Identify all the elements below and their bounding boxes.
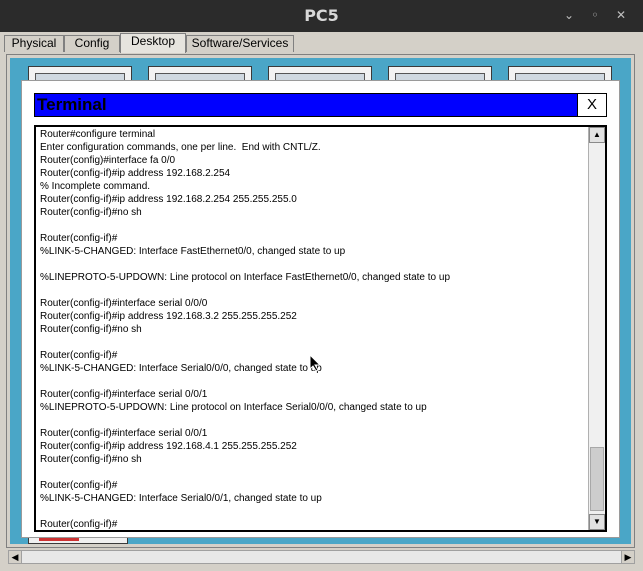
terminal-line: Router(config-if)# (40, 233, 118, 244)
terminal-line: Enter configuration commands, one per li… (40, 142, 321, 153)
desktop-horizontal-scrollbar[interactable]: ◀ ▶ (8, 550, 635, 564)
tab-software-services[interactable]: Software/Services (186, 35, 294, 52)
terminal-line: Router(config-if)# (40, 519, 118, 530)
terminal-close-button[interactable]: X (577, 93, 607, 117)
scroll-thumb[interactable] (590, 447, 604, 511)
tab-desktop[interactable]: Desktop (120, 33, 186, 53)
terminal-window: Terminal X Router#configure terminal Ente… (21, 80, 620, 538)
terminal-header: Terminal X (34, 93, 607, 117)
terminal-line: % Incomplete command. (40, 181, 151, 192)
terminal-console[interactable]: Router#configure terminal Enter configura… (34, 125, 607, 532)
terminal-line: %LINK-5-CHANGED: Interface FastEthernet0… (40, 246, 346, 257)
scroll-right-button[interactable]: ▶ (621, 551, 634, 563)
tab-config[interactable]: Config (64, 35, 120, 52)
terminal-title: Terminal (37, 95, 107, 114)
scroll-left-button[interactable]: ◀ (9, 551, 22, 563)
scroll-down-button[interactable]: ▼ (589, 514, 605, 530)
window-titlebar: PC5 ⌄ ◦ ✕ (0, 0, 643, 32)
terminal-line: Router(config-if)# (40, 480, 118, 491)
restore-button[interactable]: ◦ (588, 8, 602, 22)
window-title: PC5 (304, 6, 339, 25)
terminal-vertical-scrollbar[interactable]: ▲ ▼ (588, 127, 605, 530)
terminal-line: %LINEPROTO-5-UPDOWN: Line protocol on In… (40, 272, 451, 283)
terminal-line: Router(config)#interface fa 0/0 (40, 155, 176, 166)
terminal-line: Router(config-if)#interface serial 0/0/0 (40, 298, 208, 309)
minimize-button[interactable]: ⌄ (562, 8, 576, 22)
terminal-line: %LINEPROTO-5-UPDOWN: Line protocol on In… (40, 402, 427, 413)
terminal-line: Router(config-if)#ip address 192.168.2.2… (40, 194, 297, 205)
terminal-line: Router(config-if)#no sh (40, 207, 142, 218)
terminal-line: Router(config-if)#no sh (40, 324, 142, 335)
terminal-line: %LINK-5-CHANGED: Interface Serial0/0/1, … (40, 493, 322, 504)
terminal-output[interactable]: Router#configure terminal Enter configura… (40, 128, 588, 530)
terminal-line: Router(config-if)#ip address 192.168.2.2… (40, 168, 231, 179)
desktop-vertical-scrollbar[interactable] (635, 54, 641, 548)
scroll-up-button[interactable]: ▲ (589, 127, 605, 143)
mouse-pointer-icon (309, 354, 321, 372)
close-window-button[interactable]: ✕ (614, 8, 628, 22)
terminal-line: Router(config-if)#interface serial 0/0/1 (40, 389, 208, 400)
terminal-line: Router(config-if)#ip address 192.168.4.1… (40, 441, 297, 452)
terminal-line: Router(config-if)#no sh (40, 454, 142, 465)
terminal-line: Router(config-if)#ip address 192.168.3.2… (40, 311, 297, 322)
tab-physical[interactable]: Physical (4, 35, 64, 52)
terminal-line: Router#configure terminal (40, 129, 156, 140)
terminal-line: Router(config-if)#interface serial 0/0/1 (40, 428, 208, 439)
